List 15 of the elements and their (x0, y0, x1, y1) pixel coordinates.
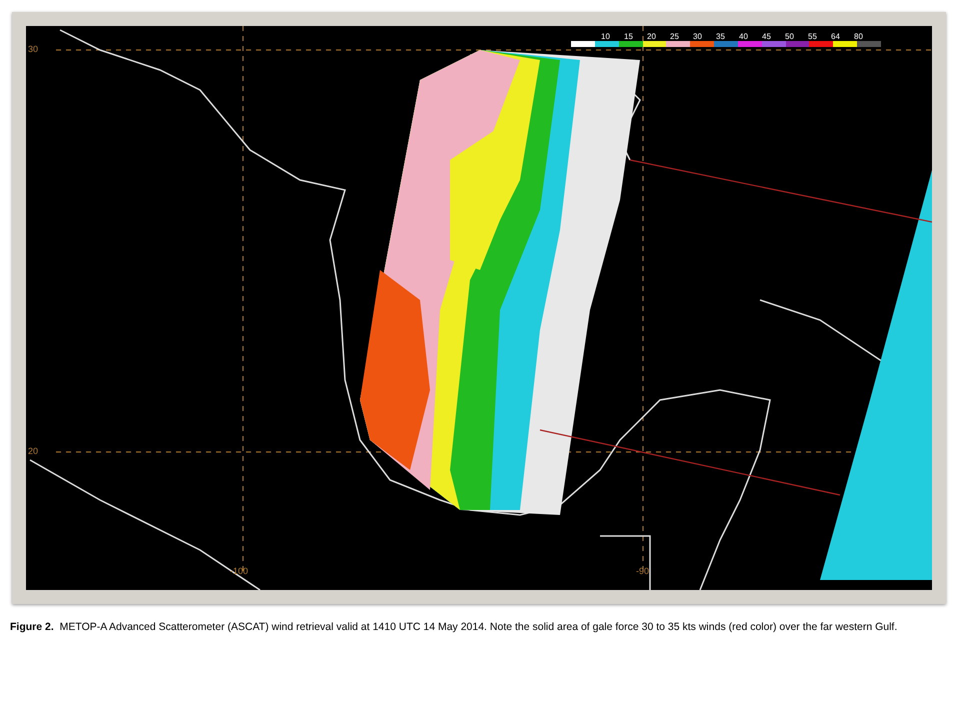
legend-label: 45 (762, 32, 772, 41)
legend-label: 20 (647, 32, 657, 41)
legend-label: 10 (601, 32, 611, 41)
latitude-label: 30 (28, 44, 38, 54)
legend-label: 15 (624, 32, 634, 41)
legend-label: 40 (739, 32, 749, 41)
legend-label: 64 (831, 32, 841, 41)
legend-label: 55 (808, 32, 818, 41)
legend-label: 30 (693, 32, 703, 41)
latitude-label: 20 (28, 446, 38, 456)
figure-caption: Figure 2. METOP-A Advanced Scatterometer (ASCAT) wind retrieval valid at 1410 UTC 14 May 2014. Note the solid area of gale force 30 to 35 kts winds (red color) over the far western Gulf. (10, 620, 898, 634)
legend-label: 25 (670, 32, 680, 41)
legend-label: 35 (716, 32, 726, 41)
legend-label: 50 (785, 32, 795, 41)
legend-label: 80 (854, 32, 864, 41)
